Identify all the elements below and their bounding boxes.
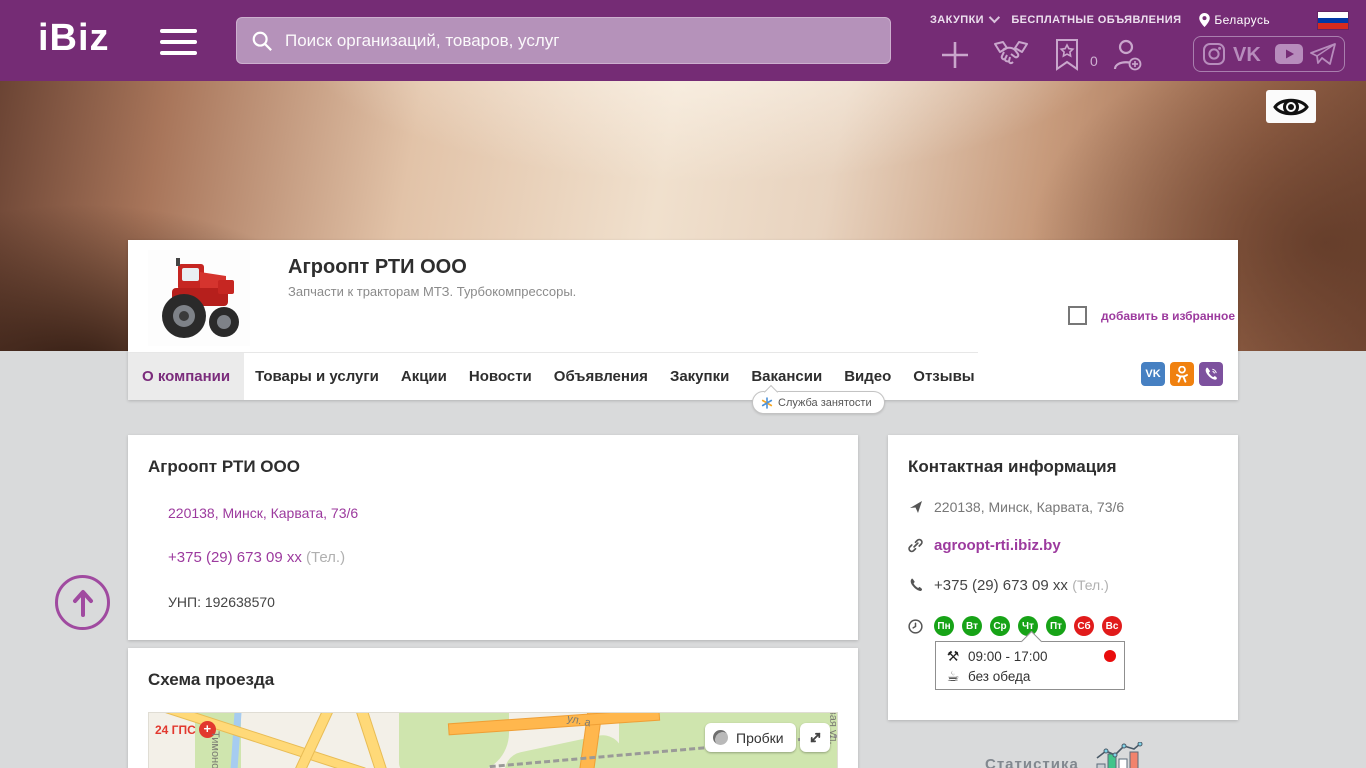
vk-share-button[interactable]: VK <box>1141 362 1165 386</box>
company-phone-link[interactable]: +375 (29) 673 09 xx <box>168 549 302 566</box>
handshake-partners-icon[interactable] <box>992 36 1030 74</box>
country-selector[interactable]: Беларусь <box>1199 13 1270 27</box>
clock-icon <box>908 618 923 634</box>
statistics-label: Статистика <box>985 756 1079 768</box>
company-website-link[interactable]: agroopt-rti.ibiz.by <box>934 537 1061 554</box>
tab-2[interactable]: Акции <box>390 353 458 400</box>
closed-now-indicator <box>1104 650 1116 662</box>
employment-service-label: Служба занятости <box>778 396 872 409</box>
telegram-icon[interactable] <box>1310 42 1337 66</box>
contact-phone[interactable]: +375 (29) 673 09 xx <box>934 577 1068 594</box>
tab-8[interactable]: Отзывы <box>902 353 985 400</box>
working-hours: 09:00 - 17:00 <box>968 648 1048 664</box>
statistics-section[interactable]: Статистика <box>985 742 1145 768</box>
contact-address: 220138, Минск, Карвата, 73/6 <box>934 499 1125 515</box>
search-bar[interactable] <box>236 17 891 64</box>
company-header-card: Агроопт РТИ ООО Запчасти к тракторам МТЗ… <box>128 240 1238 400</box>
header-icon-row: 0 <box>936 36 1164 74</box>
employment-service-badge[interactable]: Служба занятости <box>752 391 885 414</box>
purchases-menu[interactable]: ЗАКУПКИ <box>930 11 1001 26</box>
lunch-coffee-icon: ☕ <box>946 667 960 684</box>
arrow-up-icon <box>72 589 93 617</box>
company-address-link[interactable]: 220138, Минск, Карвата, 73/6 <box>168 505 358 521</box>
tab-3[interactable]: Новости <box>458 353 543 400</box>
search-input[interactable] <box>285 30 876 51</box>
work-tools-icon: ⚒ <box>946 647 960 664</box>
header-top-links: ЗАКУПКИ БЕСПЛАТНЫЕ ОБЪЯВЛЕНИЯ Беларусь <box>930 11 1270 27</box>
add-to-favorites[interactable]: добавить в избранное <box>1068 306 1235 325</box>
favorite-label: добавить в избранное <box>1101 308 1236 323</box>
statistics-chart-icon <box>1096 742 1143 768</box>
contact-info-card: Контактная информация 220138, Минск, Кар… <box>888 435 1238 720</box>
day-badge-2[interactable]: Ср <box>990 616 1010 636</box>
instagram-icon[interactable] <box>1202 42 1226 66</box>
employment-service-icon <box>761 396 773 409</box>
favorite-checkbox[interactable] <box>1068 306 1087 325</box>
day-badge-5[interactable]: Сб <box>1074 616 1094 636</box>
free-ads-link[interactable]: БЕСПЛАТНЫЕ ОБЪЯВЛЕНИЯ <box>1011 14 1181 26</box>
map-fullscreen-button[interactable] <box>800 723 830 752</box>
tab-5[interactable]: Закупки <box>659 353 740 400</box>
map-title: Схема проезда <box>148 670 275 689</box>
youtube-icon[interactable] <box>1274 44 1303 64</box>
company-name: Агроопт РТИ ООО <box>288 256 467 278</box>
about-title: Агроопт РТИ ООО <box>148 457 300 476</box>
add-user-icon[interactable] <box>1108 36 1146 74</box>
day-badge-0[interactable]: Пн <box>934 616 954 636</box>
expand-arrows-icon <box>810 732 820 743</box>
map-canvas[interactable]: 24 ГПС + Тимонова ул. а вая ул. Пробки <box>148 712 838 768</box>
tab-4[interactable]: Объявления <box>543 353 659 400</box>
bookmarks-icon[interactable] <box>1048 36 1086 74</box>
header-social-links: VK <box>1193 36 1345 72</box>
navigation-arrow-icon <box>908 500 923 514</box>
tab-0[interactable]: О компании <box>128 353 245 400</box>
company-social-buttons: VK <box>1136 362 1223 386</box>
top-header: iBiz ЗАКУПКИ БЕСПЛАТНЫЕ ОБЪЯВЛЕНИЯ Белар… <box>0 0 1366 81</box>
accessibility-eye-button[interactable] <box>1266 90 1316 123</box>
scroll-to-top-button[interactable] <box>55 575 110 630</box>
search-icon <box>252 31 272 51</box>
company-unp: УНП: 192638570 <box>168 594 275 610</box>
company-logo-tractor[interactable] <box>148 250 250 346</box>
language-flag-russia[interactable] <box>1318 12 1348 29</box>
day-badge-6[interactable]: Вс <box>1102 616 1122 636</box>
traffic-light-icon <box>713 730 728 745</box>
day-badge-1[interactable]: Вт <box>962 616 982 636</box>
svg-text:VK: VK <box>1233 44 1261 65</box>
add-plus-icon[interactable] <box>936 36 974 74</box>
location-pin-icon <box>1199 13 1211 27</box>
working-hours-tooltip: ⚒ 09:00 - 17:00 ☕ без обеда <box>935 641 1125 690</box>
link-icon <box>908 538 923 553</box>
vk-icon[interactable]: VK <box>1233 43 1267 65</box>
eye-icon <box>1273 98 1309 115</box>
about-company-card: Агроопт РТИ ООО 220138, Минск, Карвата, … <box>128 435 858 640</box>
viber-button[interactable] <box>1199 362 1223 386</box>
hamburger-menu-icon[interactable] <box>160 29 197 55</box>
directions-card: Схема проезда 24 ГПС + Тимонова ул. а вая… <box>128 648 858 768</box>
traffic-label: Пробки <box>736 729 784 746</box>
traffic-toggle-button[interactable]: Пробки <box>705 723 796 752</box>
odnoklassniki-button[interactable] <box>1170 362 1194 386</box>
company-tagline: Запчасти к тракторам МТЗ. Турбокомпрессо… <box>288 284 577 299</box>
contacts-title: Контактная информация <box>908 457 1117 476</box>
tab-1[interactable]: Товары и услуги <box>244 353 390 400</box>
phone-note: (Тел.) <box>1072 577 1109 593</box>
lunch-info: без обеда <box>968 668 1031 684</box>
map-gps-label: 24 ГПС + <box>155 721 216 738</box>
phone-icon <box>908 578 923 592</box>
ibiz-logo[interactable]: iBiz <box>38 17 110 60</box>
bookmarks-count: 0 <box>1090 53 1098 69</box>
day-badge-4[interactable]: Пт <box>1046 616 1066 636</box>
street-label: Тимонова <box>209 731 221 768</box>
phone-note: (Тел.) <box>306 549 346 566</box>
chevron-down-icon <box>988 11 1001 24</box>
